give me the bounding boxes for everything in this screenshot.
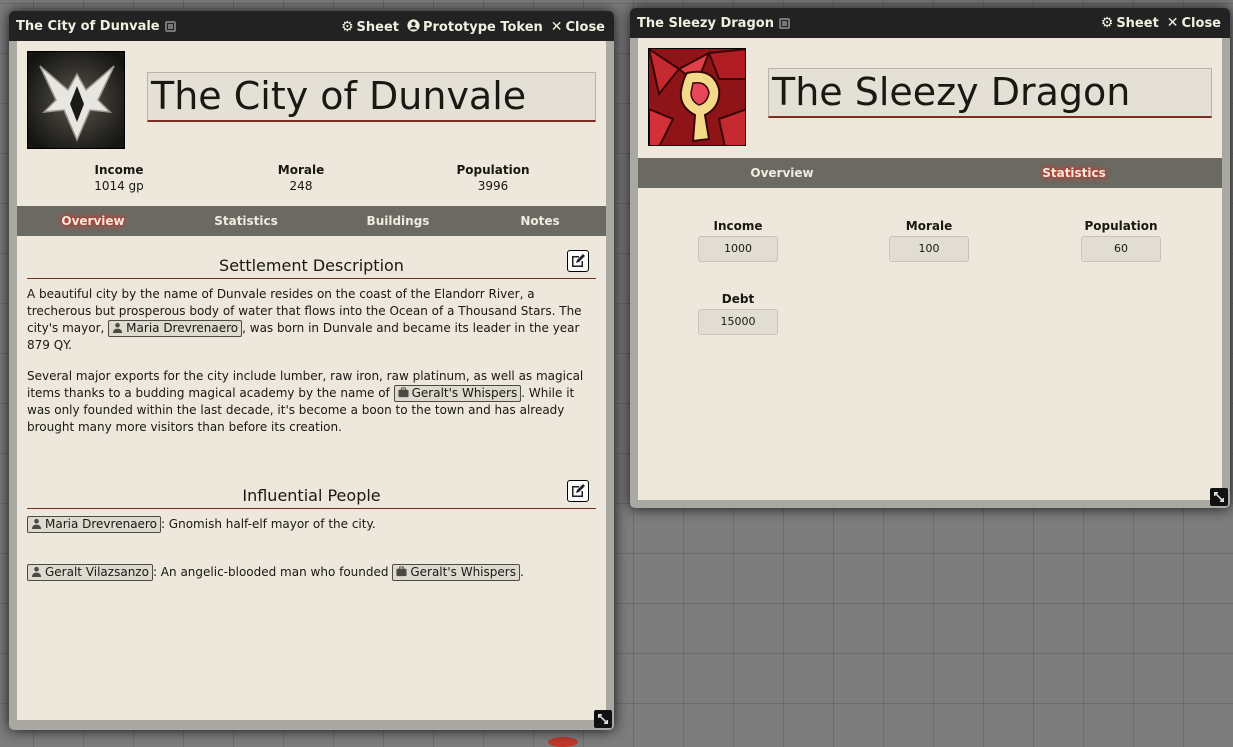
window-header[interactable]: The City of Dunvale ⚙ Sheet Prototype To… (9, 11, 614, 41)
entity-link-maria[interactable]: Maria Drevrenaero (27, 516, 161, 533)
prototype-token-button[interactable]: Prototype Token (407, 19, 543, 36)
resize-handle[interactable] (594, 710, 612, 728)
tab-bar: Overview Statistics (638, 158, 1222, 188)
tab-overview[interactable]: Overview (61, 206, 124, 236)
stat-morale: Morale 248 (277, 163, 325, 193)
name-input[interactable]: The City of Dunvale (147, 72, 596, 122)
window-title: The City of Dunvale (16, 19, 160, 34)
description-paragraph-2: Several major exports for the city inclu… (27, 369, 584, 434)
briefcase-icon (398, 387, 409, 398)
stat-debt: Debt 15000 (678, 292, 798, 335)
window-title: The Sleezy Dragon (637, 16, 774, 31)
briefcase-icon (396, 566, 407, 577)
person-row-maria: Maria Drevrenaero: Gnomish half-elf mayo… (27, 516, 596, 533)
entity-link-geralt[interactable]: Geralt Vilazsanzo (27, 564, 153, 581)
tab-statistics[interactable]: Statistics (214, 206, 278, 236)
stat-income: Income 1000 (678, 219, 798, 262)
city-portrait[interactable] (27, 51, 125, 149)
debt-input[interactable]: 15000 (698, 309, 778, 335)
resize-handle[interactable] (1210, 488, 1228, 506)
token-edge (548, 737, 578, 747)
person-icon (31, 518, 42, 529)
sheet-body: The City of Dunvale Income 1014 gp Moral… (17, 41, 606, 720)
tab-bar: Overview Statistics Buildings Notes (17, 206, 606, 236)
city-sheet-window: The City of Dunvale ⚙ Sheet Prototype To… (9, 11, 614, 730)
tab-statistics[interactable]: Statistics (1042, 158, 1106, 188)
stat-population: Population 60 (1061, 219, 1181, 262)
tavern-portrait[interactable] (648, 48, 746, 146)
window-header[interactable]: The Sleezy Dragon ⚙ Sheet ✕ Close (630, 8, 1230, 38)
close-icon: ✕ (1166, 15, 1179, 31)
population-input[interactable]: 60 (1081, 236, 1161, 262)
sheet-button[interactable]: ⚙ Sheet (1101, 16, 1159, 31)
gear-icon: ⚙ (1100, 15, 1114, 31)
id-badge-icon[interactable] (164, 21, 176, 32)
gear-icon: ⚙ (340, 19, 354, 35)
income-input[interactable]: 1000 (698, 236, 778, 262)
morale-input[interactable]: 100 (889, 236, 969, 262)
entity-link-geralts-whispers[interactable]: Geralt's Whispers (392, 564, 520, 581)
name-input[interactable]: The Sleezy Dragon (768, 68, 1212, 118)
description-paragraph-1: A beautiful city by the name of Dunvale … (27, 287, 582, 352)
close-icon: ✕ (550, 19, 563, 35)
close-button[interactable]: ✕ Close (1167, 16, 1221, 31)
close-button[interactable]: ✕ Close (551, 20, 605, 35)
tavern-sheet-window: The Sleezy Dragon ⚙ Sheet ✕ Close The Sl… (630, 8, 1230, 508)
person-icon (113, 322, 123, 333)
resize-icon (598, 714, 608, 724)
edit-people-button[interactable] (567, 480, 589, 502)
person-icon (31, 566, 42, 577)
edit-icon (572, 254, 585, 267)
sheet-button[interactable]: ⚙ Sheet (341, 20, 399, 35)
stat-population: Population 3996 (456, 163, 530, 193)
entity-link-maria[interactable]: Maria Drevrenaero (108, 320, 243, 337)
tab-notes[interactable]: Notes (520, 206, 559, 236)
entity-link-geralts-whispers[interactable]: Geralt's Whispers (393, 385, 522, 402)
sheet-body: The Sleezy Dragon Overview Statistics In… (638, 38, 1222, 500)
edit-description-button[interactable] (567, 250, 589, 272)
stat-morale: Morale 100 (869, 219, 989, 262)
user-circle-icon (407, 19, 420, 36)
resize-icon (1214, 492, 1224, 502)
person-row-geralt: Geralt Vilazsanzo: An angelic-blooded ma… (27, 564, 596, 581)
stat-income: Income 1014 gp (94, 163, 144, 193)
id-badge-icon[interactable] (778, 18, 790, 29)
tab-buildings[interactable]: Buildings (367, 206, 430, 236)
section-title-description: Settlement Description (27, 256, 596, 279)
tab-overview[interactable]: Overview (750, 158, 813, 188)
edit-icon (572, 484, 585, 497)
section-title-people: Influential People (27, 486, 596, 509)
